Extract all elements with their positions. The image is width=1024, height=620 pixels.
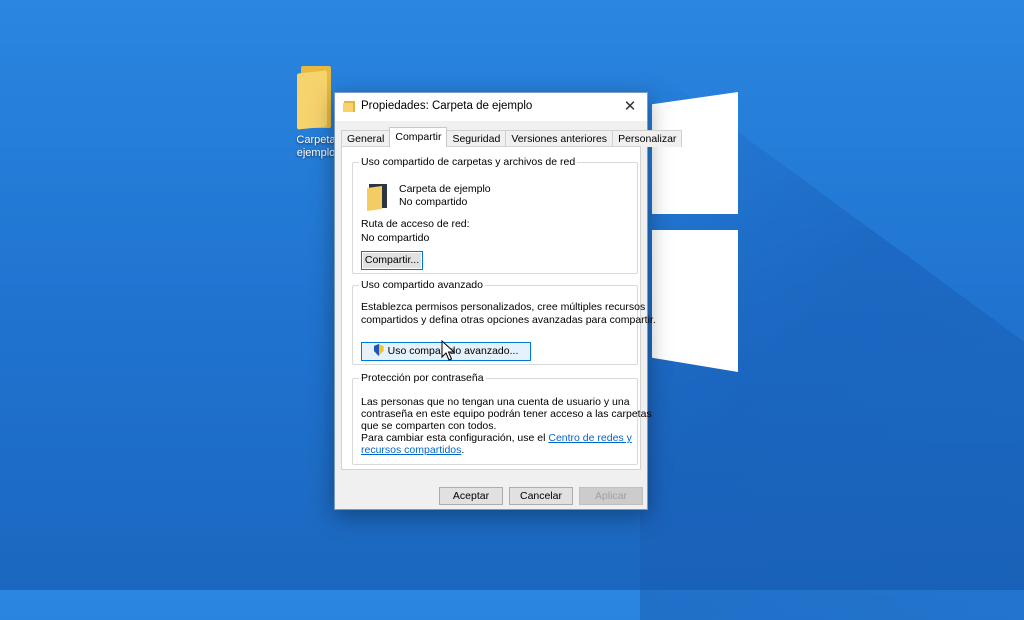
windows-logo-pane-bottom	[652, 230, 738, 372]
password-text-5-suffix: .	[461, 444, 465, 456]
cancel-button[interactable]: Cancelar	[509, 487, 573, 505]
mouse-pointer-icon	[441, 340, 456, 361]
network-path-label: Ruta de acceso de red:	[361, 218, 470, 230]
folder-icon	[343, 101, 355, 112]
share-status: No compartido	[399, 196, 468, 208]
advanced-sharing-group: Uso compartido avanzado Establezca permi…	[352, 279, 656, 365]
uac-shield-icon	[373, 344, 384, 356]
shared-folder-icon	[367, 184, 387, 212]
tab-strip: General Compartir Seguridad Versiones an…	[341, 127, 683, 147]
advanced-sharing-description-1: Establezca permisos personalizados, cree…	[361, 301, 646, 313]
network-path-value: No compartido	[361, 232, 430, 244]
sharing-tab-panel: Uso compartido de carpetas y archivos de…	[341, 146, 656, 470]
windows-logo-pane-top	[652, 92, 738, 214]
dialog-title: Propiedades: Carpeta de ejemplo	[361, 100, 533, 112]
close-icon: ✕	[623, 98, 637, 115]
tab-compartir[interactable]: Compartir	[389, 127, 448, 147]
password-text-4-prefix: Para cambiar esta configuración, use el	[361, 432, 549, 444]
dialog-titlebar[interactable]: Propiedades: Carpeta de ejemplo ✕	[335, 93, 647, 121]
tab-personalizar[interactable]: Personalizar	[612, 130, 683, 147]
advanced-sharing-description-2: compartidos y defina otras opciones avan…	[361, 314, 656, 326]
password-text-5: recursos compartidos.	[361, 444, 464, 456]
password-protection-legend: Protección por contraseña	[361, 372, 484, 384]
tab-seguridad[interactable]: Seguridad	[446, 130, 507, 147]
network-sharing-legend: Uso compartido de carpetas y archivos de…	[361, 156, 576, 168]
apply-button[interactable]: Aplicar	[579, 487, 643, 505]
ok-button[interactable]: Aceptar	[439, 487, 503, 505]
password-text-4: Para cambiar esta configuración, use el …	[361, 432, 632, 444]
tab-general[interactable]: General	[341, 130, 391, 147]
share-button[interactable]: Compartir...	[361, 251, 423, 270]
close-button[interactable]: ✕	[613, 93, 647, 121]
tab-versiones-anteriores[interactable]: Versiones anteriores	[505, 130, 614, 147]
folder-name: Carpeta de ejemplo	[399, 183, 491, 195]
password-text-3: que se comparten con todos.	[361, 420, 497, 432]
network-sharing-group: Uso compartido de carpetas y archivos de…	[352, 156, 638, 274]
password-text-1: Las personas que no tengan una cuenta de…	[361, 396, 630, 408]
network-center-link-part-2[interactable]: recursos compartidos	[361, 444, 461, 456]
password-text-2: contraseña en este equipo podrán tener a…	[361, 408, 652, 420]
password-protection-group: Protección por contraseña Las personas q…	[352, 372, 652, 465]
properties-dialog: Propiedades: Carpeta de ejemplo ✕ Genera…	[334, 92, 683, 510]
advanced-sharing-legend: Uso compartido avanzado	[361, 279, 483, 291]
network-center-link-part-1[interactable]: Centro de redes y	[548, 432, 631, 444]
folder-icon	[297, 66, 335, 130]
